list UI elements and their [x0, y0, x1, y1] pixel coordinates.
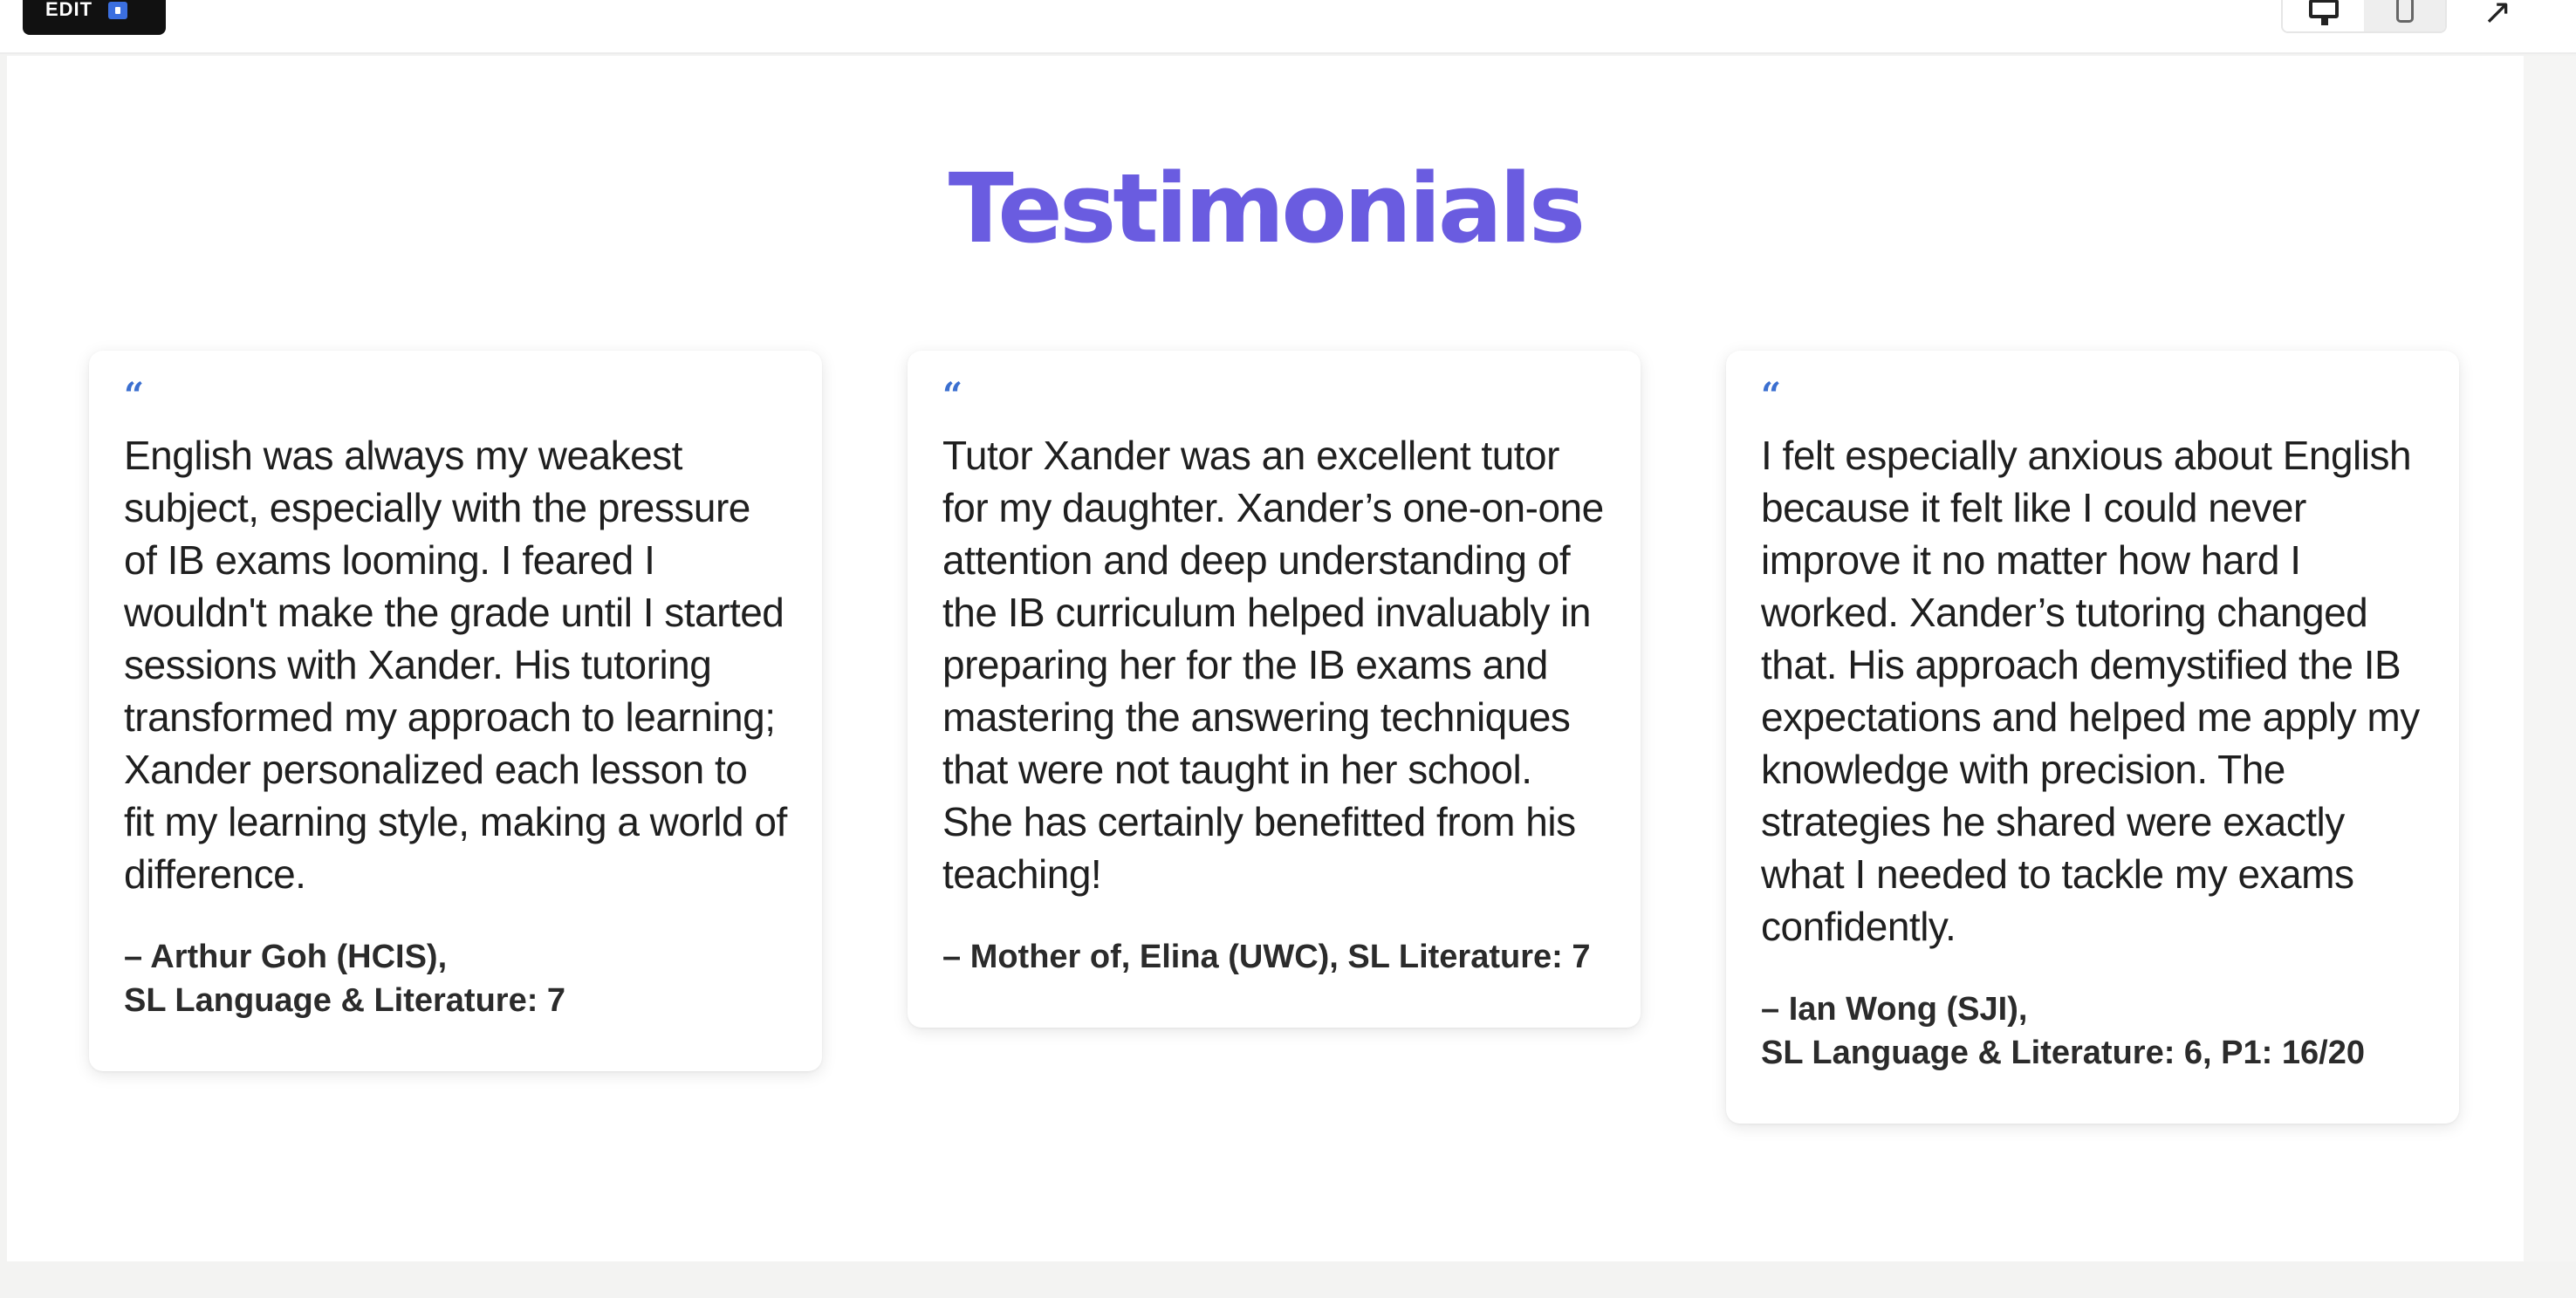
quote-icon: “	[1761, 375, 1782, 416]
lock-icon	[108, 2, 128, 19]
testimonial-author: – Mother of, Elina (UWC), SL Literature:…	[942, 939, 1591, 975]
desktop-view-button[interactable]	[2283, 0, 2364, 31]
editor-toolbar: EDIT ↗	[0, 0, 2576, 54]
section-title: Testimonials	[948, 153, 1586, 264]
quote-icon: “	[942, 375, 963, 416]
edit-label: EDIT	[45, 0, 93, 20]
testimonial-card: “ English was always my weakest subject,…	[89, 351, 822, 1071]
testimonial-author: – Ian Wong (SJI), SL Language & Literatu…	[1761, 991, 2365, 1071]
testimonial-text: Tutor Xander was an excellent tutor for …	[942, 433, 1604, 897]
arrow-up-right-icon[interactable]: ↗	[2480, 0, 2515, 30]
testimonial-card: “ Tutor Xander was an excellent tutor fo…	[908, 351, 1641, 1028]
edit-button[interactable]: EDIT	[23, 0, 166, 35]
quote-icon: “	[124, 375, 145, 416]
mobile-icon	[2395, 0, 2414, 23]
testimonial-card: “ I felt especially anxious about Englis…	[1726, 351, 2459, 1124]
device-view-toggle	[2281, 0, 2447, 33]
page-preview: Testimonials “ English was always my wea…	[7, 56, 2524, 1261]
desktop-icon	[2308, 0, 2339, 25]
scrollbar-track[interactable]	[2524, 56, 2576, 1261]
testimonial-list: “ English was always my weakest subject,…	[89, 351, 2459, 1124]
testimonial-author: – Arthur Goh (HCIS), SL Language & Liter…	[124, 939, 566, 1019]
testimonial-text: I felt especially anxious about English …	[1761, 433, 2420, 949]
testimonial-text: English was always my weakest subject, e…	[124, 433, 787, 897]
mobile-view-button[interactable]	[2364, 0, 2445, 31]
